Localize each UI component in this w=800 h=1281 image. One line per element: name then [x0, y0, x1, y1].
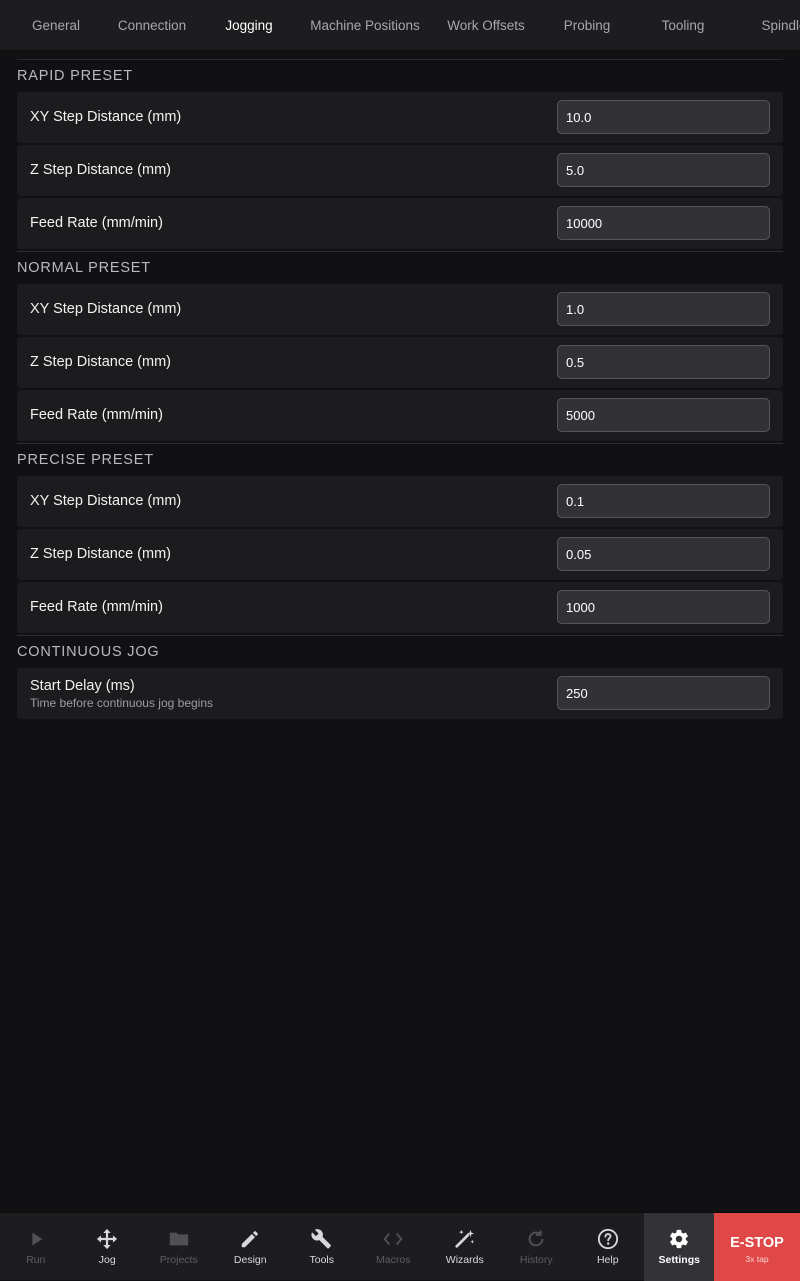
- nav-tools[interactable]: Tools: [286, 1213, 358, 1281]
- normal-xy-step-input[interactable]: [557, 292, 770, 326]
- setting-row-normal-feed: Feed Rate (mm/min): [17, 390, 783, 441]
- nav-history[interactable]: History: [501, 1213, 573, 1281]
- play-icon: [25, 1228, 47, 1250]
- setting-label: Start Delay (ms): [30, 678, 135, 694]
- setting-row-precise-xy: XY Step Distance (mm): [17, 476, 783, 527]
- code-brackets-icon: [382, 1228, 404, 1250]
- nav-label: History: [519, 1254, 553, 1266]
- nav-macros[interactable]: Macros: [358, 1213, 430, 1281]
- estop-label: E-STOP: [730, 1235, 784, 1251]
- nav-help[interactable]: Help: [572, 1213, 644, 1281]
- nav-label: Tools: [309, 1254, 334, 1266]
- pencil-icon: [239, 1228, 261, 1250]
- setting-label: Feed Rate (mm/min): [30, 599, 163, 615]
- setting-row-start-delay: Start Delay (ms) Time before continuous …: [17, 668, 783, 719]
- nav-label: Wizards: [445, 1254, 484, 1266]
- tab-connection[interactable]: Connection: [118, 0, 186, 50]
- refresh-icon: [525, 1228, 547, 1250]
- setting-label: Feed Rate (mm/min): [30, 407, 163, 423]
- nav-wizards[interactable]: Wizards: [429, 1213, 501, 1281]
- move-arrows-icon: [96, 1228, 118, 1250]
- nav-label: Projects: [159, 1254, 198, 1266]
- rapid-feed-rate-input[interactable]: [557, 206, 770, 240]
- setting-label: XY Step Distance (mm): [30, 301, 182, 317]
- normal-z-step-input[interactable]: [557, 345, 770, 379]
- gear-icon: [668, 1228, 690, 1250]
- setting-label: XY Step Distance (mm): [30, 493, 182, 509]
- section-title-rapid: RAPID PRESET: [17, 68, 133, 84]
- nav-label: Design: [233, 1254, 267, 1266]
- tab-spindle[interactable]: Spindle: [761, 0, 800, 50]
- nav-jog[interactable]: Jog: [72, 1213, 144, 1281]
- setting-description: Time before continuous jog begins: [30, 696, 213, 710]
- tab-work-offsets[interactable]: Work Offsets: [447, 0, 525, 50]
- setting-label: Feed Rate (mm/min): [30, 215, 163, 231]
- setting-row-normal-z: Z Step Distance (mm): [17, 337, 783, 388]
- setting-label-group: Start Delay (ms) Time before continuous …: [30, 678, 213, 710]
- setting-row-precise-z: Z Step Distance (mm): [17, 529, 783, 580]
- tab-general[interactable]: General: [32, 0, 80, 50]
- bottom-navigation: Run Jog Projects Design Tools Macros Wiz…: [0, 1212, 800, 1281]
- setting-label: Z Step Distance (mm): [30, 354, 171, 370]
- nav-label: Run: [26, 1254, 46, 1266]
- rapid-xy-step-input[interactable]: [557, 100, 770, 134]
- magic-wand-icon: [454, 1228, 476, 1250]
- nav-label: Help: [596, 1254, 619, 1266]
- nav-run[interactable]: Run: [0, 1213, 72, 1281]
- setting-row-rapid-feed: Feed Rate (mm/min): [17, 198, 783, 249]
- setting-label: Z Step Distance (mm): [30, 162, 171, 178]
- precise-z-step-input[interactable]: [557, 537, 770, 571]
- nav-label: Settings: [658, 1254, 700, 1266]
- folder-icon: [168, 1228, 190, 1250]
- section-title-continuous: CONTINUOUS JOG: [17, 644, 160, 660]
- nav-label: Macros: [376, 1254, 411, 1266]
- estop-hint: 3x tap: [745, 1254, 769, 1264]
- tab-tooling[interactable]: Tooling: [662, 0, 705, 50]
- start-delay-input[interactable]: [557, 676, 770, 710]
- section-title-normal: NORMAL PRESET: [17, 260, 151, 276]
- estop-button[interactable]: E-STOP 3x tap: [714, 1213, 800, 1281]
- jogging-settings-panel: RAPID PRESET XY Step Distance (mm) Z Ste…: [17, 59, 783, 721]
- nav-label: Jog: [98, 1254, 116, 1266]
- setting-row-precise-feed: Feed Rate (mm/min): [17, 582, 783, 633]
- rapid-z-step-input[interactable]: [557, 153, 770, 187]
- precise-xy-step-input[interactable]: [557, 484, 770, 518]
- nav-design[interactable]: Design: [215, 1213, 287, 1281]
- wrench-icon: [311, 1228, 333, 1250]
- precise-feed-rate-input[interactable]: [557, 590, 770, 624]
- setting-label: Z Step Distance (mm): [30, 546, 171, 562]
- setting-row-rapid-xy: XY Step Distance (mm): [17, 92, 783, 143]
- nav-projects[interactable]: Projects: [143, 1213, 215, 1281]
- settings-tab-bar: General Connection Jogging Machine Posit…: [0, 0, 800, 51]
- tab-jogging[interactable]: Jogging: [225, 0, 272, 50]
- nav-settings[interactable]: Settings: [643, 1213, 715, 1281]
- setting-label: XY Step Distance (mm): [30, 109, 182, 125]
- tab-probing[interactable]: Probing: [564, 0, 611, 50]
- normal-feed-rate-input[interactable]: [557, 398, 770, 432]
- question-circle-icon: [597, 1228, 619, 1250]
- section-title-precise: PRECISE PRESET: [17, 452, 154, 468]
- setting-row-rapid-z: Z Step Distance (mm): [17, 145, 783, 196]
- setting-row-normal-xy: XY Step Distance (mm): [17, 284, 783, 335]
- tab-machine-positions[interactable]: Machine Positions: [310, 0, 420, 50]
